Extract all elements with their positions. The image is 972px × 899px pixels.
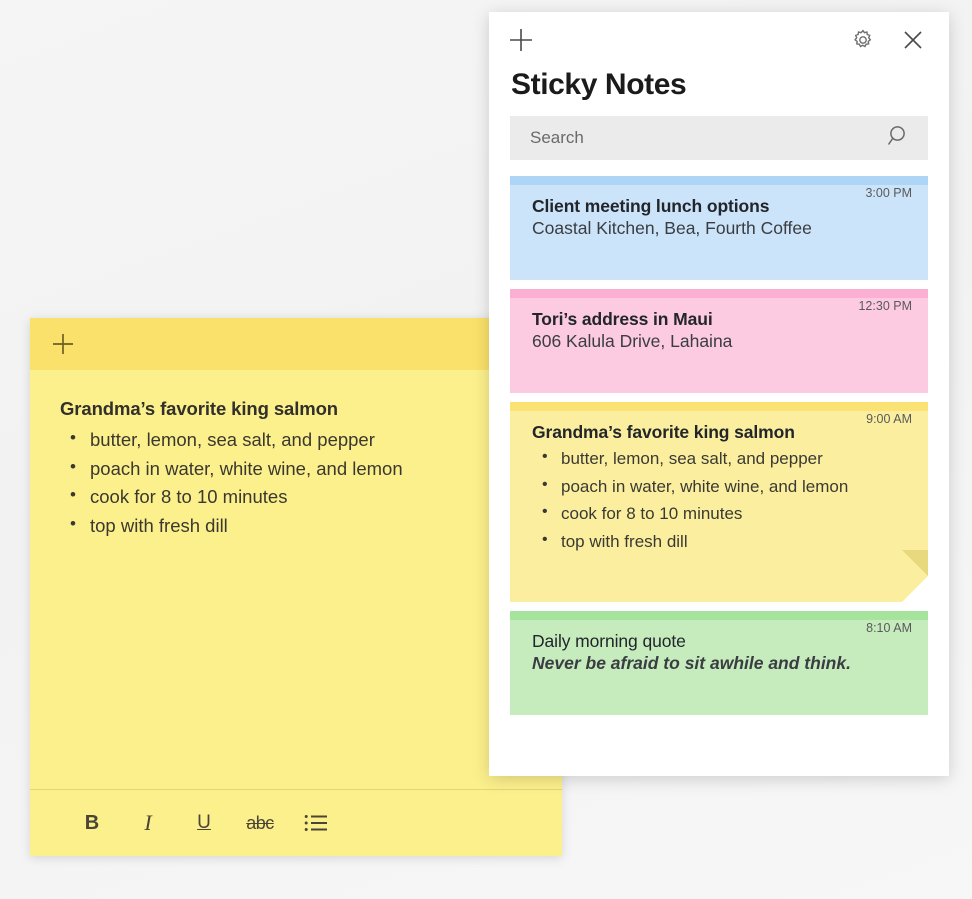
note-timestamp: 8:10 AM bbox=[866, 621, 912, 635]
bold-button[interactable]: B bbox=[64, 803, 120, 843]
italic-button[interactable]: I bbox=[120, 803, 176, 843]
underline-button[interactable]: U bbox=[176, 803, 232, 843]
note-title: Client meeting lunch options bbox=[532, 196, 770, 216]
formatting-toolbar: B I U abc bbox=[30, 789, 562, 856]
note-timestamp: 3:00 PM bbox=[865, 186, 912, 200]
note-title: Tori’s address in Maui bbox=[532, 309, 713, 329]
list-item: butter, lemon, sea salt, and pepper bbox=[538, 444, 910, 473]
note-preview: 606 Kalula Drive, Lahaina bbox=[532, 331, 733, 351]
list-item[interactable]: 8:10 AM Daily morning quote Never be afr… bbox=[510, 611, 928, 715]
plus-icon[interactable] bbox=[46, 327, 80, 361]
list-item: poach in water, white wine, and lemon bbox=[538, 472, 910, 501]
sticky-note-editor[interactable]: Grandma’s favorite king salmon butter, l… bbox=[30, 370, 562, 789]
list-item: top with fresh dill bbox=[66, 511, 532, 541]
notes-list: 3:00 PM Client meeting lunch options Coa… bbox=[489, 176, 949, 776]
list-item[interactable]: 12:30 PM Tori’s address in Maui 606 Kalu… bbox=[510, 289, 928, 393]
plus-icon[interactable] bbox=[503, 22, 539, 58]
note-preview: Coastal Kitchen, Bea, Fourth Coffee bbox=[532, 218, 812, 238]
folded-corner-icon bbox=[902, 550, 928, 602]
panel-topbar bbox=[489, 12, 949, 68]
list-item[interactable]: 9:00 AM Grandma’s favorite king salmon b… bbox=[510, 402, 928, 602]
sticky-note-bullet-list: butter, lemon, sea salt, and pepper poac… bbox=[60, 425, 532, 541]
card-color-strip bbox=[510, 176, 928, 185]
card-color-strip bbox=[510, 611, 928, 620]
list-item: cook for 8 to 10 minutes bbox=[538, 499, 910, 528]
sticky-note-titlebar: ·· bbox=[30, 318, 562, 370]
note-bullet-list: butter, lemon, sea salt, and pepper poac… bbox=[532, 444, 910, 556]
note-preview: Never be afraid to sit awhile and think. bbox=[532, 653, 851, 673]
search-input[interactable] bbox=[528, 127, 886, 149]
card-color-strip bbox=[510, 289, 928, 298]
list-item[interactable]: 3:00 PM Client meeting lunch options Coa… bbox=[510, 176, 928, 280]
strikethrough-button[interactable]: abc bbox=[232, 803, 288, 843]
page-title: Sticky Notes bbox=[511, 68, 687, 101]
card-color-strip bbox=[510, 402, 928, 411]
note-title: Grandma’s favorite king salmon bbox=[532, 422, 795, 442]
note-timestamp: 12:30 PM bbox=[858, 299, 912, 313]
list-item: cook for 8 to 10 minutes bbox=[66, 482, 532, 512]
list-item: butter, lemon, sea salt, and pepper bbox=[66, 425, 532, 455]
sticky-note-window: ·· Grandma’s favorite king salmon butter… bbox=[30, 318, 562, 856]
gear-icon[interactable] bbox=[845, 22, 881, 58]
sticky-notes-list-panel: Sticky Notes 3:00 PM Client meeting lunc… bbox=[489, 12, 949, 776]
bullet-list-icon[interactable] bbox=[288, 803, 344, 843]
folded-corner-shadow bbox=[902, 550, 928, 576]
search-box[interactable] bbox=[510, 116, 928, 160]
note-title: Daily morning quote bbox=[532, 631, 686, 651]
list-item: poach in water, white wine, and lemon bbox=[66, 454, 532, 484]
close-icon[interactable] bbox=[895, 22, 931, 58]
list-item: top with fresh dill bbox=[538, 527, 910, 556]
search-container bbox=[489, 116, 949, 176]
panel-topbar-actions bbox=[845, 22, 931, 58]
search-icon[interactable] bbox=[886, 123, 912, 154]
note-timestamp: 9:00 AM bbox=[866, 412, 912, 426]
sticky-note-heading: Grandma’s favorite king salmon bbox=[60, 398, 339, 419]
